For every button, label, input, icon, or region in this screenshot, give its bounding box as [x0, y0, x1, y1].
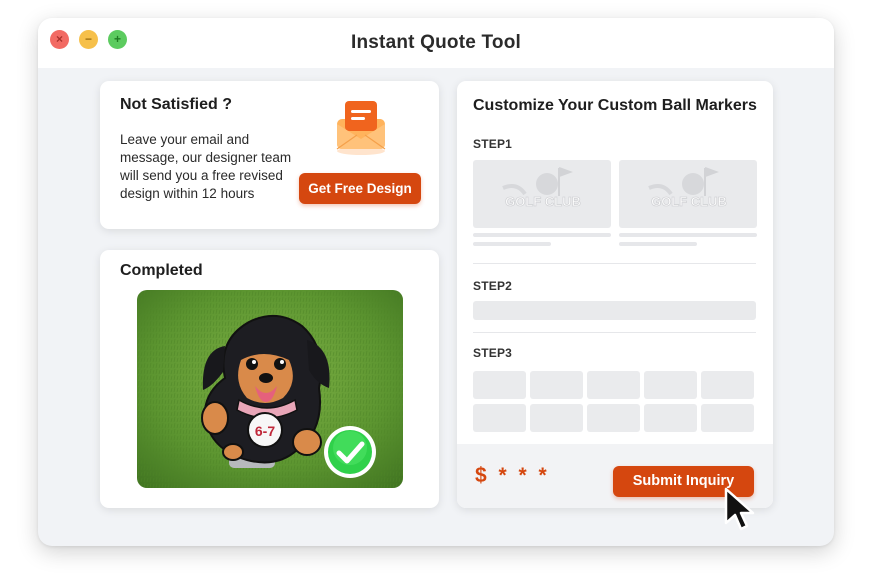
get-free-design-button[interactable]: Get Free Design	[299, 173, 421, 204]
customize-title: Customize Your Custom Ball Markers	[473, 97, 757, 114]
completed-card: Completed 6-7	[100, 250, 439, 508]
placeholder-line	[473, 233, 611, 237]
marker-number: 6-7	[255, 423, 275, 439]
step3-option[interactable]	[587, 371, 640, 399]
app-window: × − + Instant Quote Tool Not Satisfied ?…	[38, 18, 834, 546]
golf-club-placeholder-icon: GOLF CLUB	[502, 167, 581, 209]
price-display: $ * * *	[475, 464, 550, 487]
step3-option[interactable]	[644, 371, 697, 399]
not-satisfied-message: Leave your email and message, our design…	[120, 132, 292, 201]
step3-option[interactable]	[644, 404, 697, 432]
step3-option[interactable]	[473, 371, 526, 399]
step3-option[interactable]	[701, 371, 754, 399]
placeholder-line	[619, 233, 757, 237]
step3-label: STEP3	[473, 346, 513, 360]
not-satisfied-card: Not Satisfied ? Leave your email and mes…	[100, 81, 439, 229]
mail-envelope-icon	[336, 101, 386, 155]
step-divider	[473, 332, 756, 333]
step2-label: STEP2	[473, 279, 513, 293]
step3-option[interactable]	[587, 404, 640, 432]
not-satisfied-title: Not Satisfied ?	[120, 96, 233, 113]
step3-option[interactable]	[701, 404, 754, 432]
check-icon	[324, 426, 376, 478]
thumbnail-text: GOLF CLUB	[651, 194, 727, 209]
title-bar: × − + Instant Quote Tool	[38, 18, 834, 68]
step3-option[interactable]	[530, 371, 583, 399]
completed-title: Completed	[120, 262, 203, 279]
step-divider	[473, 263, 756, 264]
step1-label: STEP1	[473, 137, 513, 151]
step3-option[interactable]	[530, 404, 583, 432]
design-option-1[interactable]: GOLF CLUB	[473, 160, 611, 228]
golf-club-placeholder-icon: GOLF CLUB	[648, 167, 727, 209]
placeholder-line	[473, 242, 551, 246]
step3-option[interactable]	[473, 404, 526, 432]
window-title: Instant Quote Tool	[350, 32, 521, 53]
step2-input-placeholder[interactable]	[473, 301, 756, 320]
thumbnail-text: GOLF CLUB	[505, 194, 581, 209]
placeholder-line	[619, 242, 697, 246]
customize-card: Customize Your Custom Ball Markers STEP1…	[457, 81, 773, 508]
mouse-cursor-icon	[724, 487, 755, 531]
design-option-2[interactable]: GOLF CLUB	[619, 160, 757, 228]
